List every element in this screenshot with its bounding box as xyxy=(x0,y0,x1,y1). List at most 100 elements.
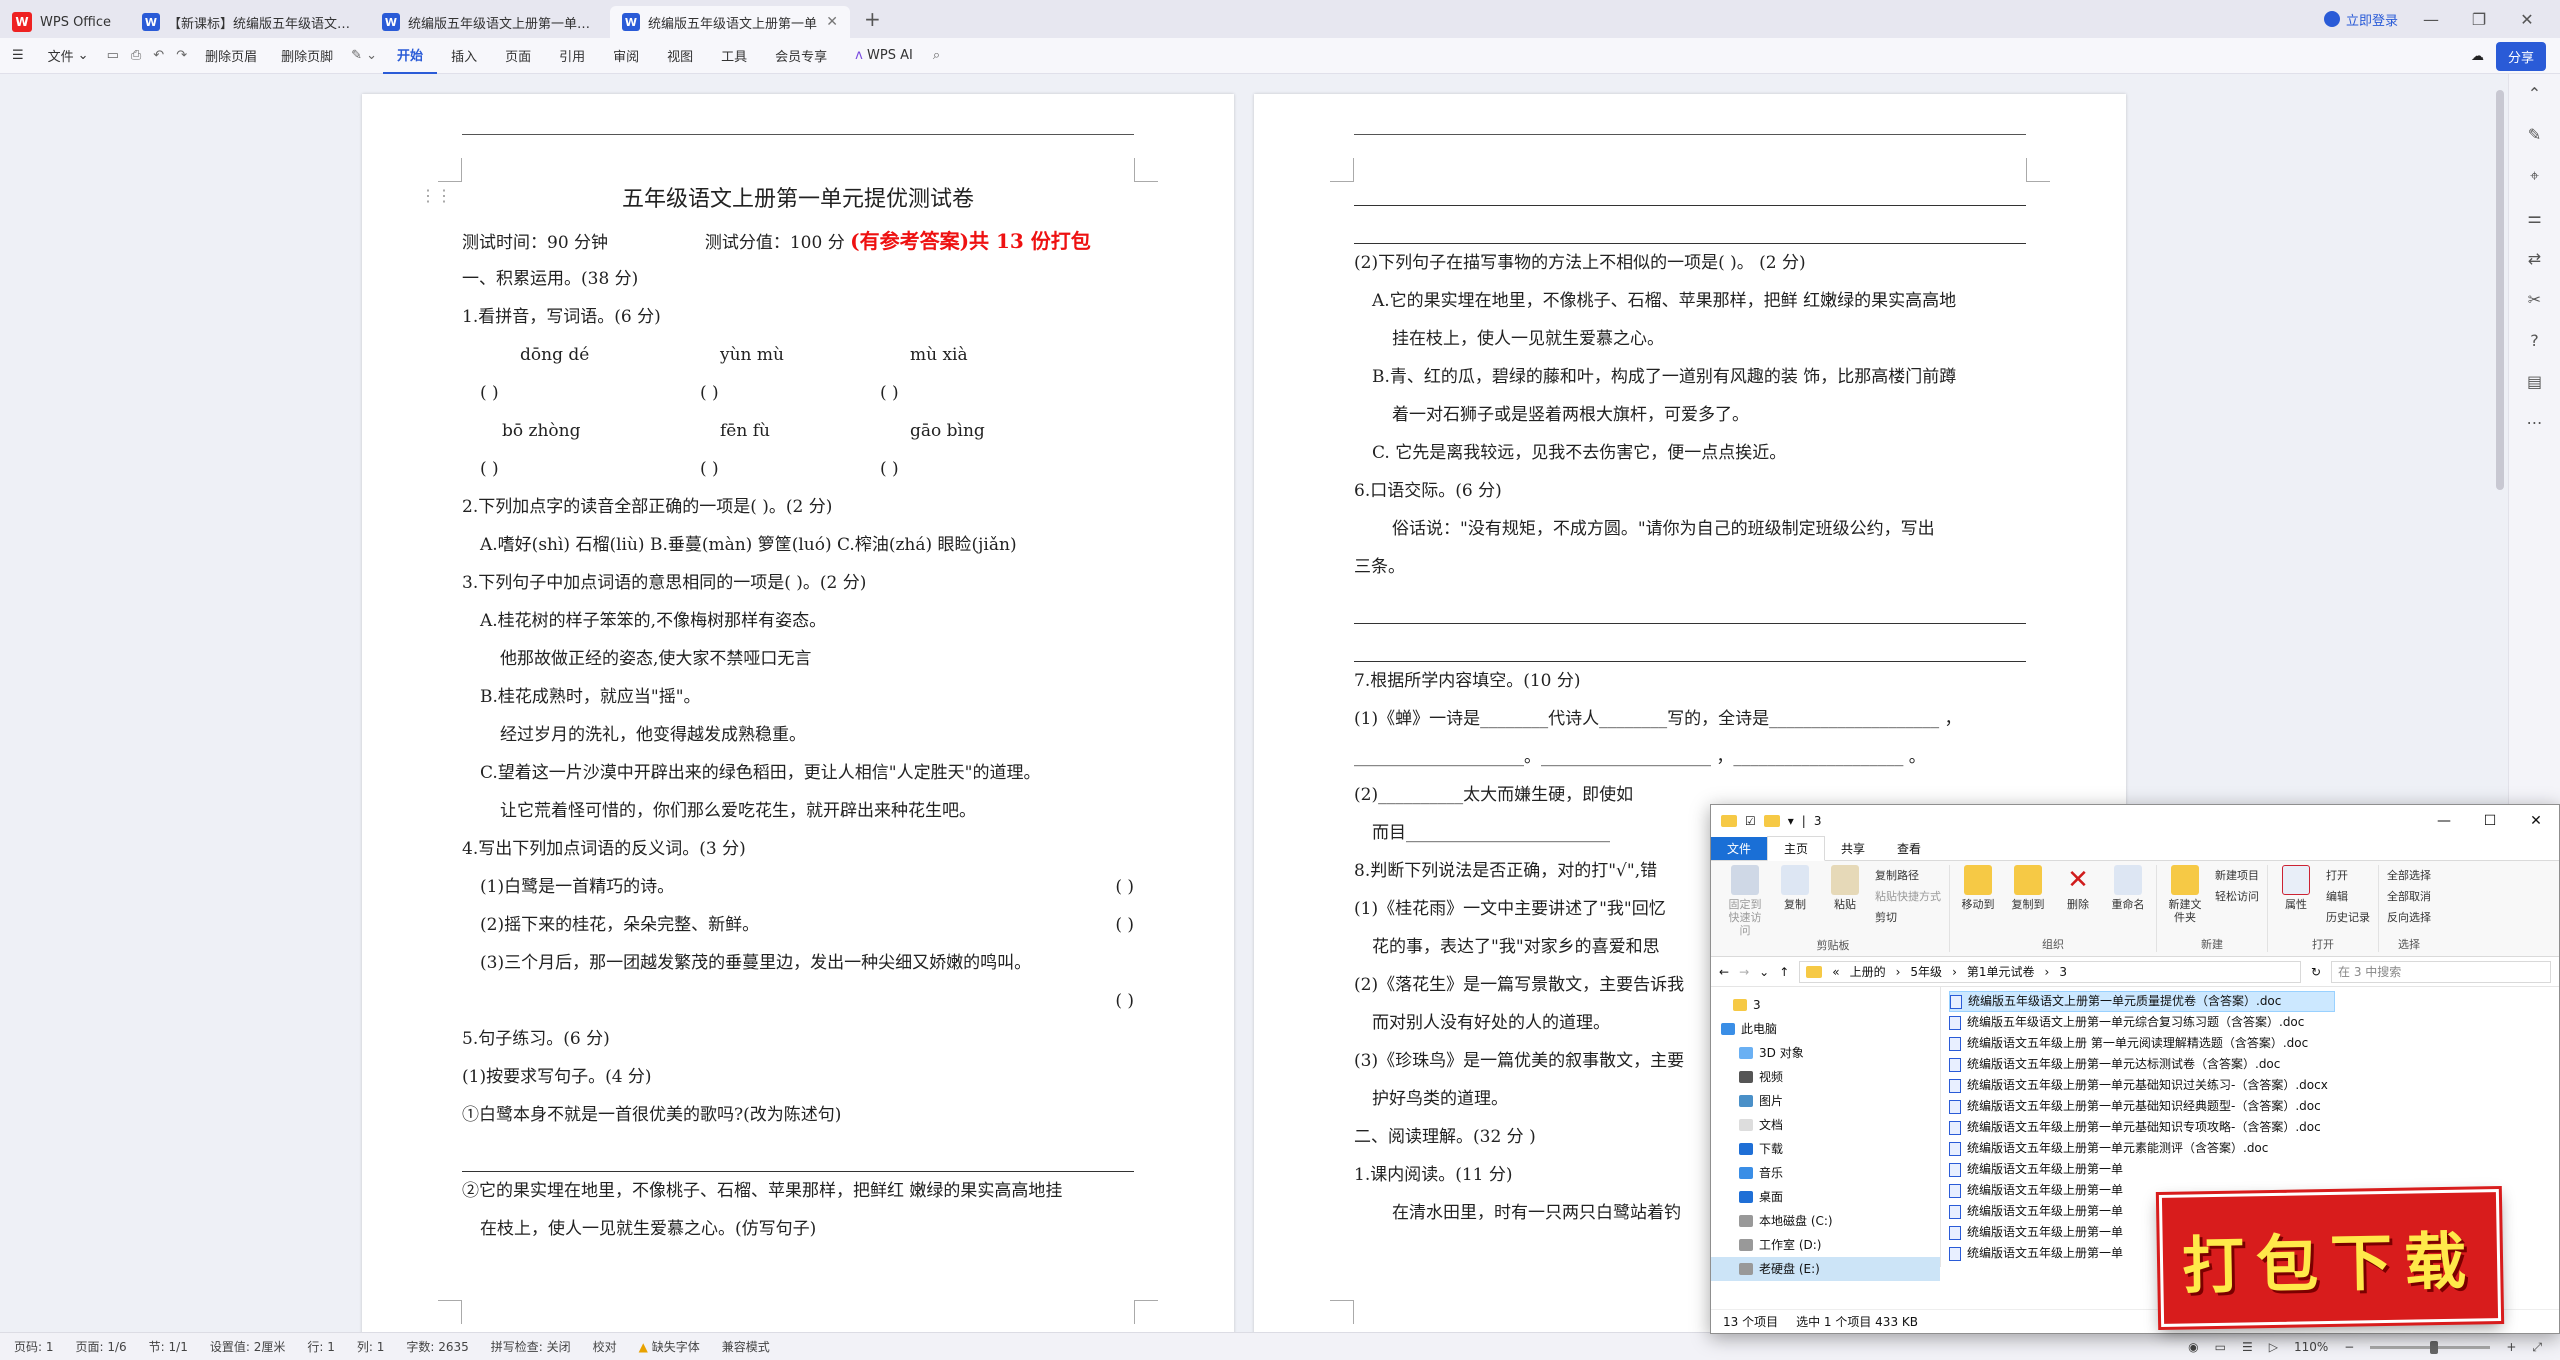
nav-pictures[interactable]: 图片 xyxy=(1711,1089,1940,1113)
new-tab-icon[interactable]: + xyxy=(864,7,881,31)
recent-icon[interactable]: ⌄ xyxy=(1759,965,1769,979)
download-badge[interactable]: 打包下载 xyxy=(2158,1189,2502,1327)
adjust-icon[interactable]: ⚌ xyxy=(2527,208,2541,227)
more-icon[interactable]: ⋯ xyxy=(2527,413,2543,432)
copy-path-button[interactable]: 复制路径 xyxy=(1875,867,1941,883)
nav-documents[interactable]: 文档 xyxy=(1711,1113,1940,1137)
tab-file[interactable]: 文件 xyxy=(1711,837,1768,860)
properties-button[interactable]: 属性 xyxy=(2276,865,2316,936)
pen-icon[interactable]: ✎ xyxy=(2528,125,2541,144)
tab-share[interactable]: 共享 xyxy=(1825,837,1881,860)
refresh-icon[interactable]: ↻ xyxy=(2311,965,2321,979)
up-icon[interactable]: ↑ xyxy=(1779,965,1789,979)
qa-properties-icon[interactable]: ☑ xyxy=(1745,814,1756,828)
open-button[interactable]: 打开 xyxy=(2326,867,2370,883)
zoom-knob[interactable] xyxy=(2430,1340,2439,1354)
file-row[interactable]: 统编版语文五年级上册第一单元达标测试卷（含答案）.doc xyxy=(1949,1054,2559,1075)
maximize-icon[interactable]: ☐ xyxy=(2467,805,2513,837)
save-icon[interactable]: ▭ xyxy=(101,48,125,63)
rename-button[interactable]: 重命名 xyxy=(2108,865,2148,936)
qa-new-folder-icon[interactable] xyxy=(1763,815,1780,827)
eye-icon[interactable]: ◉ xyxy=(2188,1340,2198,1354)
address-bar[interactable]: « 上册的 › 5年级 › 第1单元试卷 › 3 xyxy=(1799,960,2301,983)
back-icon[interactable]: ← xyxy=(1719,965,1729,979)
web-view-icon[interactable]: ☰ xyxy=(2242,1340,2253,1354)
paste-button[interactable]: 粘贴 xyxy=(1825,865,1865,937)
minimize-icon[interactable]: — xyxy=(2421,805,2467,837)
tab-start[interactable]: 开始 xyxy=(383,38,438,74)
page-count[interactable]: 页面: 1/6 xyxy=(76,1338,127,1355)
tab-view[interactable]: 视图 xyxy=(653,38,707,74)
tab-tools[interactable]: 工具 xyxy=(707,38,761,74)
file-row[interactable]: 统编版五年级语文上册第一单元质量提优卷（含答案）.doc xyxy=(1949,991,2335,1012)
tab-doc-3[interactable]: W 统编版五年级语文上册第一单 ✕ xyxy=(610,6,850,38)
minimize-icon[interactable]: — xyxy=(2416,10,2446,29)
file-row[interactable]: 统编版语文五年级上册 第一单元阅读理解精选题（含答案）.doc xyxy=(1949,1033,2559,1054)
copy-to-button[interactable]: 复制到 xyxy=(2008,865,2048,936)
nav-desktop[interactable]: 桌面 xyxy=(1711,1185,1940,1209)
tab-reference[interactable]: 引用 xyxy=(545,38,599,74)
tools-icon[interactable]: ✂ xyxy=(2528,290,2541,309)
close-icon[interactable]: ✕ xyxy=(2513,805,2559,837)
new-folder-button[interactable]: 新建文件夹 xyxy=(2165,865,2205,936)
missing-font[interactable]: ▲ 缺失字体 xyxy=(639,1338,700,1355)
cut-button[interactable]: 剪切 xyxy=(1875,909,1941,925)
tab-wps-home[interactable]: W WPS Office xyxy=(0,6,130,38)
word-count[interactable]: 字数: 2635 xyxy=(406,1338,468,1355)
restore-icon[interactable]: ❐ xyxy=(2464,10,2494,29)
easy-access-button[interactable]: 轻松访问 xyxy=(2215,888,2259,904)
search-icon[interactable]: ⌕ xyxy=(927,48,946,63)
file-row[interactable]: 统编版语文五年级上册第一单元基础知识过关练习-（含答案）.docx xyxy=(1949,1075,2559,1096)
nav-this-pc[interactable]: 此电脑 xyxy=(1711,1017,1940,1041)
forward-icon[interactable]: → xyxy=(1739,965,1749,979)
zoom-out-icon[interactable]: − xyxy=(2344,1340,2354,1354)
nav-folder-3[interactable]: 3 xyxy=(1711,993,1940,1017)
invert-selection-button[interactable]: 反向选择 xyxy=(2387,909,2431,925)
delete-footer-button[interactable]: 删除页脚 xyxy=(269,46,345,65)
file-row[interactable]: 统编版语文五年级上册第一单元基础知识专项攻略-（含答案）.doc xyxy=(1949,1117,2559,1138)
fit-icon[interactable]: ⤢ xyxy=(2532,1340,2542,1355)
select-icon[interactable]: ⌖ xyxy=(2530,166,2539,186)
play-icon[interactable]: ▷ xyxy=(2269,1340,2278,1354)
tab-view[interactable]: 查看 xyxy=(1881,837,1937,860)
nav-drive-d[interactable]: 工作室 (D:) xyxy=(1711,1233,1940,1257)
pin-button[interactable]: 固定到快速访问 xyxy=(1725,865,1765,937)
vertical-scrollbar[interactable] xyxy=(2496,90,2504,490)
new-item-button[interactable]: 新建项目 xyxy=(2215,867,2259,883)
search-input[interactable]: 在 3 中搜索 xyxy=(2331,960,2551,983)
zoom-in-icon[interactable]: + xyxy=(2506,1340,2516,1354)
paste-shortcut-button[interactable]: 粘贴快捷方式 xyxy=(1875,888,1941,904)
tab-home[interactable]: 主页 xyxy=(1767,836,1826,861)
zoom-slider[interactable] xyxy=(2370,1340,2491,1354)
file-row[interactable]: 统编版五年级语文上册第一单元综合复习练习题（含答案）.doc xyxy=(1949,1012,2559,1033)
tab-member[interactable]: 会员专享 xyxy=(761,38,841,74)
undo-icon[interactable]: ↶ xyxy=(147,48,170,63)
document-page-1[interactable]: ⋮⋮ 五年级语文上册第一单元提优测试卷 测试时间：90 分钟 测试分值：100 … xyxy=(362,94,1234,1332)
translate-icon[interactable]: ⇄ xyxy=(2528,249,2541,268)
redo-icon[interactable]: ↷ xyxy=(170,48,193,63)
wps-ai-button[interactable]: ʌ WPS AI xyxy=(841,38,927,74)
menu-icon[interactable]: ☰ xyxy=(0,48,36,63)
drag-handle-icon[interactable]: ⋮⋮ xyxy=(420,186,452,205)
copy-button[interactable]: 复制 xyxy=(1775,865,1815,937)
close-tab-icon[interactable]: ✕ xyxy=(826,14,838,30)
move-to-button[interactable]: 移动到 xyxy=(1958,865,1998,936)
breadcrumb-item[interactable]: 5年级 xyxy=(1910,963,1942,980)
nav-drive-c[interactable]: 本地磁盘 (C:) xyxy=(1711,1209,1940,1233)
nav-3d[interactable]: 3D 对象 xyxy=(1711,1041,1940,1065)
tab-page[interactable]: 页面 xyxy=(491,38,545,74)
proofread[interactable]: 校对 xyxy=(593,1338,617,1355)
select-all-button[interactable]: 全部选择 xyxy=(2387,867,2431,883)
tab-insert[interactable]: 插入 xyxy=(437,38,491,74)
nav-music[interactable]: 音乐 xyxy=(1711,1161,1940,1185)
file-menu[interactable]: 文件 ⌄ xyxy=(36,46,101,65)
login-button[interactable]: 立即登录 xyxy=(2323,10,2398,29)
nav-drive-e[interactable]: 老硬盘 (E:) xyxy=(1711,1257,1940,1281)
file-row[interactable]: 统编版语文五年级上册第一单元素能测评（含答案）.doc xyxy=(1949,1138,2559,1159)
nav-downloads[interactable]: 下载 xyxy=(1711,1137,1940,1161)
spell-check[interactable]: 拼写检查: 关闭 xyxy=(491,1338,571,1355)
doc-icon[interactable]: ▤ xyxy=(2527,372,2542,391)
file-row[interactable]: 统编版语文五年级上册第一单 xyxy=(1949,1159,2559,1180)
share-button[interactable]: 分享 xyxy=(2495,42,2546,71)
select-none-button[interactable]: 全部取消 xyxy=(2387,888,2431,904)
